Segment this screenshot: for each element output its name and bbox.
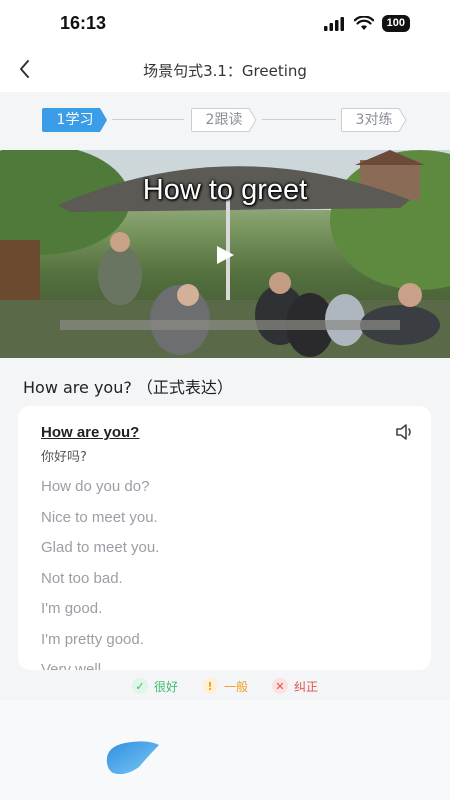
main-translation: 你好吗? bbox=[41, 450, 87, 465]
legend-good-label: 很好 bbox=[153, 679, 178, 694]
phrase-card: How are you? 你好吗? How do you do? Nice to… bbox=[18, 406, 431, 670]
video-player[interactable]: How to greet bbox=[0, 150, 450, 358]
legend-ok: ! 一般 bbox=[201, 678, 248, 695]
bottom-panel bbox=[0, 700, 450, 800]
alternative-phrase[interactable]: I'm good. bbox=[41, 600, 159, 631]
cross-icon: ✕ bbox=[272, 678, 288, 694]
section-heading: How are you? （正式表达） bbox=[23, 378, 233, 397]
status-time: 16:13 bbox=[60, 13, 107, 33]
status-bar: 16:13 100 bbox=[0, 0, 450, 46]
video-caption: How to greet bbox=[142, 174, 308, 206]
wifi-icon bbox=[353, 16, 374, 30]
alternative-phrase[interactable]: How do you do? bbox=[41, 478, 159, 509]
alternative-phrase[interactable]: I'm pretty good. bbox=[41, 631, 159, 662]
speaker-icon[interactable] bbox=[395, 423, 415, 441]
step-follow-read-label: 2跟读 bbox=[205, 112, 243, 128]
legend-ok-label: 一般 bbox=[223, 679, 248, 694]
exclamation-icon: ! bbox=[201, 678, 218, 694]
status-icons: 100 bbox=[323, 15, 410, 32]
nav-bar: 场景句式3.1：Greeting bbox=[0, 46, 450, 92]
alternative-phrase[interactable]: Not too bad. bbox=[41, 570, 159, 601]
alternative-phrase[interactable]: Nice to meet you. bbox=[41, 509, 159, 540]
step-follow-read[interactable]: 2跟读 bbox=[191, 108, 257, 132]
page-title: 场景句式3.1：Greeting bbox=[143, 62, 307, 80]
check-icon: ✓ bbox=[131, 678, 148, 694]
legend-correct: ✕ 纠正 bbox=[272, 678, 318, 695]
step-divider bbox=[262, 119, 336, 120]
step-practice[interactable]: 3对练 bbox=[341, 108, 407, 132]
battery-indicator: 100 bbox=[381, 15, 410, 32]
progress-stepper: 1学习 2跟读 3对练 bbox=[0, 92, 450, 150]
record-button[interactable] bbox=[103, 737, 163, 777]
main-phrase[interactable]: How are you? bbox=[41, 424, 139, 441]
alternative-phrases: How do you do? Nice to meet you. Glad to… bbox=[41, 478, 159, 670]
score-legend: ✓ 很好 ! 一般 ✕ 纠正 bbox=[0, 676, 450, 696]
legend-good: ✓ 很好 bbox=[131, 678, 178, 695]
alternative-phrase[interactable]: Very well. bbox=[41, 661, 159, 670]
step-divider bbox=[112, 119, 184, 120]
alternative-phrase[interactable]: Glad to meet you. bbox=[41, 539, 159, 570]
play-icon[interactable] bbox=[214, 244, 236, 266]
step-practice-label: 3对练 bbox=[355, 112, 393, 128]
legend-correct-label: 纠正 bbox=[294, 679, 319, 694]
step-learn-label: 1学习 bbox=[56, 112, 94, 128]
step-learn[interactable]: 1学习 bbox=[42, 108, 108, 132]
signal-icon bbox=[323, 16, 344, 31]
